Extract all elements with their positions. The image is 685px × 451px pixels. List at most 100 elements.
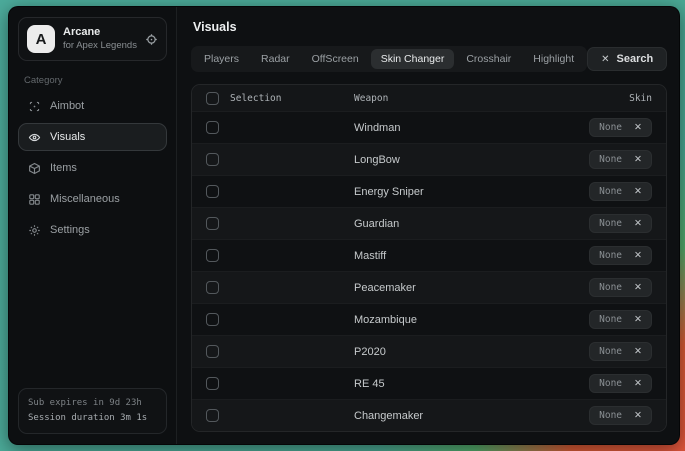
session-info-card: Sub expires in 9d 23h Session duration 3…	[18, 388, 167, 434]
selection-column-header: Selection	[230, 93, 281, 104]
tab-bar: PlayersRadarOffScreenSkin ChangerCrossha…	[191, 46, 587, 72]
search-icon: ✕	[601, 54, 609, 65]
table-row: RE 45None✕	[192, 367, 666, 399]
app-window: A Arcane for Apex Legends Category Aimbo…	[8, 6, 680, 445]
sub-expiry-text: Sub expires in 9d 23h	[28, 396, 157, 411]
table-row: Windman None ✕	[192, 111, 666, 143]
search-button[interactable]: ✕ Search	[587, 47, 667, 71]
toolbar: PlayersRadarOffScreenSkin ChangerCrossha…	[191, 46, 667, 72]
skin-select[interactable]: None ✕	[589, 150, 652, 169]
row-checkbox[interactable]	[206, 345, 219, 358]
sidebar-nav: Aimbot Visuals Items Miscellaneous Settings	[18, 92, 167, 244]
row-checkbox[interactable]	[206, 377, 219, 390]
target-icon[interactable]	[145, 33, 158, 46]
brand-card: A Arcane for Apex Legends	[18, 17, 167, 61]
select-all-checkbox[interactable]	[206, 92, 219, 105]
table-header-row: Selection Weapon Skin	[192, 85, 666, 111]
clear-skin-icon[interactable]: ✕	[634, 251, 642, 261]
skin-select[interactable]: None ✕	[589, 214, 652, 233]
skin-select[interactable]: None ✕	[589, 374, 652, 393]
sidebar-item-label: Visuals	[50, 131, 85, 143]
eye-icon	[27, 130, 41, 144]
row-checkbox[interactable]	[206, 217, 219, 230]
tab-players[interactable]: Players	[194, 49, 249, 69]
weapon-name: P2020	[354, 346, 589, 358]
box-icon	[27, 161, 41, 175]
sidebar-spacer	[18, 244, 167, 388]
sidebar-item-aimbot[interactable]: Aimbot	[18, 92, 167, 120]
skin-select[interactable]: None ✕	[589, 278, 652, 297]
sidebar-item-items[interactable]: Items	[18, 154, 167, 182]
skin-value: None	[599, 378, 622, 389]
clear-skin-icon[interactable]: ✕	[634, 187, 642, 197]
skin-column-header: Skin	[629, 93, 666, 104]
weapon-name: Mozambique	[354, 314, 589, 326]
sidebar-item-label: Aimbot	[50, 100, 84, 112]
weapon-name: Guardian	[354, 218, 589, 230]
tab-radar[interactable]: Radar	[251, 49, 300, 69]
app-name: Arcane	[63, 26, 137, 40]
clear-skin-icon[interactable]: ✕	[634, 283, 642, 293]
sidebar-item-label: Miscellaneous	[50, 193, 120, 205]
clear-skin-icon[interactable]: ✕	[634, 379, 642, 389]
crosshair-icon	[27, 99, 41, 113]
table-row: Guardian None ✕	[192, 207, 666, 239]
table-row: P2020 None ✕	[192, 335, 666, 367]
skin-value: None	[599, 154, 622, 165]
skin-changer-table: Selection Weapon Skin Windman None ✕ LongBo…	[191, 84, 667, 432]
table-body: Windman None ✕ LongBow None ✕ Energy Sniper Non…	[192, 111, 666, 431]
table-row: PeacemakerNone✕	[192, 271, 666, 303]
desktop-background: A Arcane for Apex Legends Category Aimbo…	[0, 0, 685, 451]
table-row: Changemaker None ✕	[192, 399, 666, 431]
skin-select[interactable]: None ✕	[589, 406, 652, 425]
weapon-name: Energy Sniper	[354, 186, 589, 198]
skin-value: None	[599, 250, 622, 261]
search-button-label: Search	[617, 53, 654, 65]
clear-skin-icon[interactable]: ✕	[634, 315, 642, 325]
skin-value: None	[599, 410, 622, 421]
skin-value: None	[599, 122, 622, 133]
skin-value: None	[599, 218, 622, 229]
row-checkbox[interactable]	[206, 313, 219, 326]
row-checkbox[interactable]	[206, 185, 219, 198]
skin-select[interactable]: None ✕	[589, 342, 652, 361]
weapon-name: Changemaker	[354, 410, 589, 422]
weapon-name: Windman	[354, 122, 589, 134]
grid-icon	[27, 192, 41, 206]
table-row: MozambiqueNone✕	[192, 303, 666, 335]
skin-value: None	[599, 346, 622, 357]
skin-value: None	[599, 186, 622, 197]
clear-skin-icon[interactable]: ✕	[634, 123, 642, 133]
sidebar: A Arcane for Apex Legends Category Aimbo…	[9, 7, 177, 444]
session-duration-text: Session duration 3m 1s	[28, 411, 157, 426]
tab-skin-changer[interactable]: Skin Changer	[371, 49, 455, 69]
weapon-column-header: Weapon	[354, 93, 629, 104]
skin-value: None	[599, 282, 622, 293]
gear-icon	[27, 223, 41, 237]
row-checkbox[interactable]	[206, 249, 219, 262]
row-checkbox[interactable]	[206, 153, 219, 166]
weapon-name: LongBow	[354, 154, 589, 166]
sidebar-item-miscellaneous[interactable]: Miscellaneous	[18, 185, 167, 213]
main-panel: Visuals PlayersRadarOffScreenSkin Change…	[177, 7, 679, 444]
sidebar-item-label: Settings	[50, 224, 90, 236]
sidebar-item-settings[interactable]: Settings	[18, 216, 167, 244]
clear-skin-icon[interactable]: ✕	[634, 219, 642, 229]
tab-offscreen[interactable]: OffScreen	[302, 49, 369, 69]
row-checkbox[interactable]	[206, 409, 219, 422]
sidebar-item-visuals[interactable]: Visuals	[18, 123, 167, 151]
clear-skin-icon[interactable]: ✕	[634, 155, 642, 165]
skin-select[interactable]: None ✕	[589, 118, 652, 137]
tab-highlight[interactable]: Highlight	[523, 49, 584, 69]
tab-crosshair[interactable]: Crosshair	[456, 49, 521, 69]
skin-select[interactable]: None ✕	[589, 246, 652, 265]
table-row: LongBow None ✕	[192, 143, 666, 175]
clear-skin-icon[interactable]: ✕	[634, 347, 642, 357]
row-checkbox[interactable]	[206, 121, 219, 134]
skin-select[interactable]: None ✕	[589, 182, 652, 201]
clear-skin-icon[interactable]: ✕	[634, 411, 642, 421]
skin-select[interactable]: None✕	[589, 310, 652, 329]
app-logo: A	[27, 25, 55, 53]
brand-text: Arcane for Apex Legends	[63, 26, 137, 52]
row-checkbox[interactable]	[206, 281, 219, 294]
